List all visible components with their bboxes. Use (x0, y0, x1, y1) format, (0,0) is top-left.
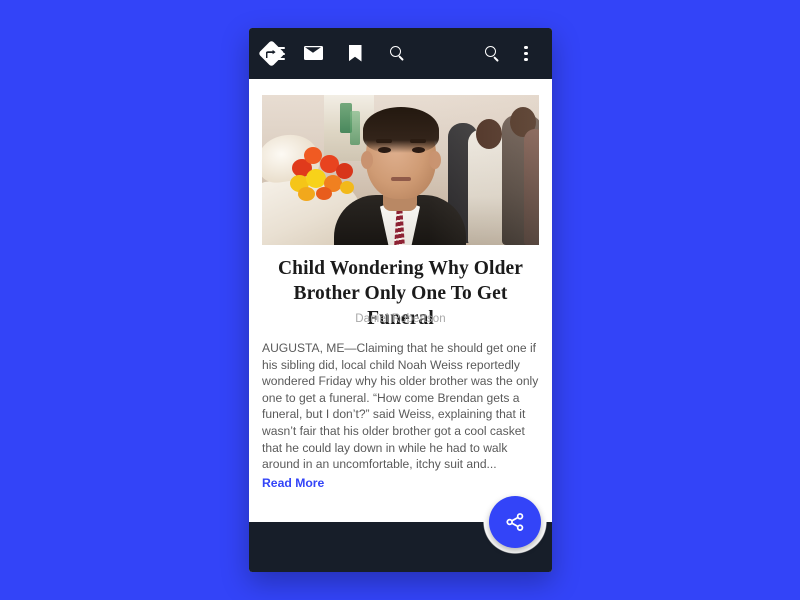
search-icon-bottom[interactable] (385, 39, 409, 67)
phone-card: Child Wondering Why Older Brother Only O… (249, 28, 552, 572)
email-icon[interactable] (301, 39, 325, 67)
article-body: AUGUSTA, ME—Claiming that he should get … (262, 341, 539, 472)
envelope-glyph (303, 46, 323, 60)
search-handle-bottom (398, 55, 404, 61)
app-bar-actions (478, 39, 540, 69)
directions-arrow (265, 49, 276, 58)
dot-1 (524, 46, 528, 50)
search-handle (493, 55, 499, 62)
bookmark-glyph (348, 44, 362, 62)
search-icon[interactable] (478, 39, 506, 69)
share-icon (506, 513, 524, 531)
share-fab-button[interactable] (489, 496, 541, 548)
directions-icon[interactable] (257, 39, 285, 67)
article-author: Daniel Robertson (355, 313, 446, 325)
article-photo (262, 95, 539, 245)
search-glyph-bottom (389, 45, 405, 61)
bottom-navigation-actions (257, 28, 409, 78)
directions-glyph (257, 39, 285, 67)
overflow-dots (524, 46, 528, 61)
dot-2 (524, 51, 528, 56)
bookmark-icon[interactable] (343, 39, 367, 67)
screen-root: Child Wondering Why Older Brother Only O… (0, 0, 800, 600)
search-glyph (484, 46, 500, 62)
more-vert-icon[interactable] (512, 39, 540, 69)
read-more-link[interactable]: Read More (262, 476, 324, 490)
photo-depth-blur (262, 95, 539, 245)
dot-3 (524, 57, 528, 61)
